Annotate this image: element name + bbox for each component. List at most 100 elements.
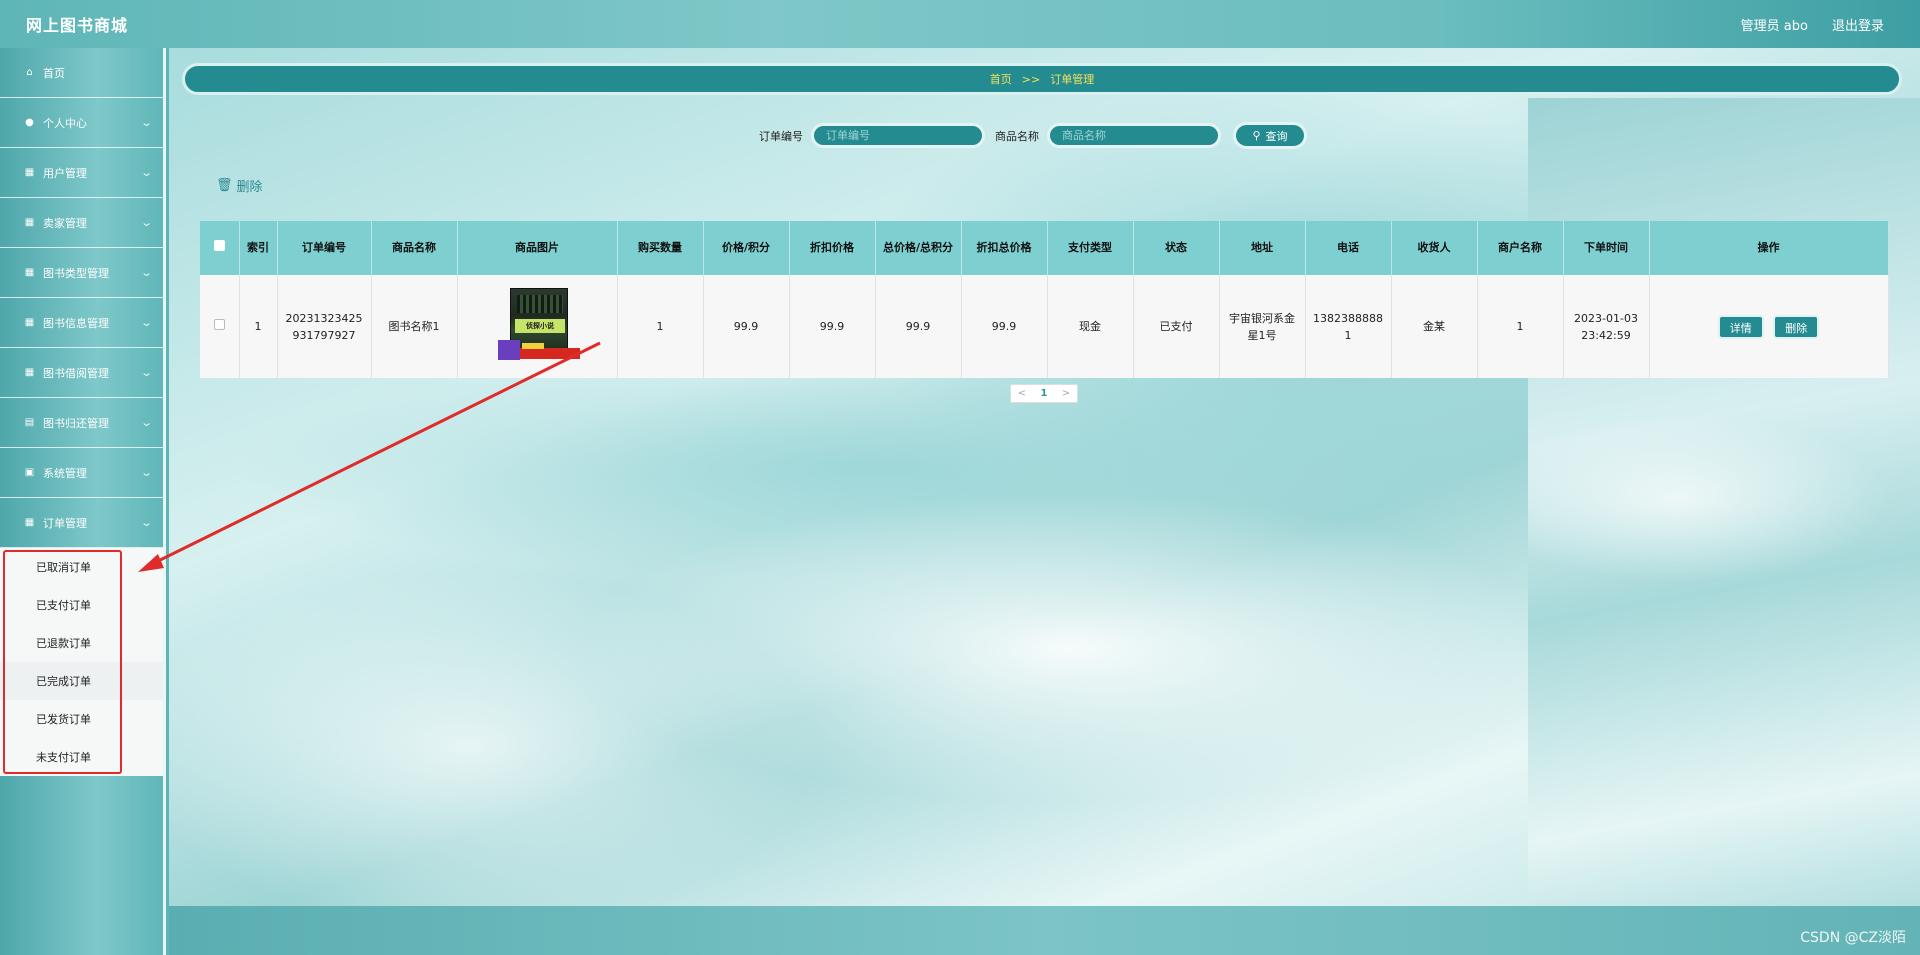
submenu-item-completed-orders[interactable]: 已完成订单 xyxy=(0,662,163,700)
sidebar-item-system-management[interactable]: ▣ 系统管理 ⌄ xyxy=(0,448,163,498)
sidebar-item-seller-management[interactable]: ▦ 卖家管理 ⌄ xyxy=(0,198,163,248)
column-header: 下单时间 xyxy=(1563,221,1650,275)
column-header: 商户名称 xyxy=(1477,221,1564,275)
admin-label[interactable]: 管理员 abo xyxy=(1741,15,1808,34)
cell-status: 已支付 xyxy=(1133,275,1220,378)
submenu-item-paid-orders[interactable]: 已支付订单 xyxy=(0,586,163,624)
sidebar-item-order-management[interactable]: ▦ 订单管理 ⌄ xyxy=(0,498,163,548)
clipboard-icon: ▤ xyxy=(24,417,35,428)
column-header: 折扣价格 xyxy=(789,221,876,275)
column-header: 电话 xyxy=(1305,221,1392,275)
cell-discount-total: 99.9 xyxy=(961,275,1048,378)
column-header: 支付类型 xyxy=(1047,221,1134,275)
sidebar-item-label: 用户管理 xyxy=(43,166,87,180)
column-header: 总价格/总积分 xyxy=(875,221,962,275)
column-header: 价格/积分 xyxy=(703,221,790,275)
sidebar-item-personal-center[interactable]: ● 个人中心 ⌄ xyxy=(0,98,163,148)
header-select-all[interactable] xyxy=(200,221,240,275)
cell-pay-type: 现金 xyxy=(1047,275,1134,378)
grid-icon: ▦ xyxy=(24,317,35,328)
sidebar-item-label: 首页 xyxy=(43,66,65,80)
breadcrumb: 首页 >> 订单管理 xyxy=(182,63,1902,95)
cell-price: 99.9 xyxy=(703,275,790,378)
grid-icon: ▦ xyxy=(24,367,35,378)
submenu-item-refunded-orders[interactable]: 已退款订单 xyxy=(0,624,163,662)
order-no-label: 订单编号 xyxy=(759,129,803,143)
sidebar-item-book-return-management[interactable]: ▤ 图书归还管理 ⌄ xyxy=(0,398,163,448)
column-header: 收货人 xyxy=(1391,221,1478,275)
user-icon: ● xyxy=(25,117,34,128)
table-header-row: 索引 订单编号 商品名称 商品图片 购买数量 价格/积分 折扣价格 总价格/总积… xyxy=(200,221,1889,275)
row-delete-button[interactable]: 删除 xyxy=(1773,314,1820,339)
submenu-item-unpaid-orders[interactable]: 未支付订单 xyxy=(0,738,163,776)
sidebar-item-book-type-management[interactable]: ▦ 图书类型管理 ⌄ xyxy=(0,248,163,298)
column-header: 索引 xyxy=(239,221,278,275)
prev-page-button[interactable]: < xyxy=(1011,385,1033,402)
cell-merchant: 1 xyxy=(1477,275,1564,378)
bottom-band xyxy=(169,906,1920,955)
book-cover-image: 侦探小说 xyxy=(498,287,580,366)
sidebar-item-label: 图书信息管理 xyxy=(43,316,109,330)
cell-address: 宇宙银河系金星1号 xyxy=(1219,275,1306,378)
grid-icon: ▦ xyxy=(24,167,35,178)
main-content: 首页 >> 订单管理 订单编号 商品名称 ⚲ 查询 🗑 删除 xyxy=(169,48,1920,906)
chevron-down-icon: ⌄ xyxy=(139,466,153,479)
trash-icon: 🗑 xyxy=(216,178,233,193)
product-name-input[interactable] xyxy=(1047,123,1221,148)
column-header: 订单编号 xyxy=(277,221,372,275)
submenu-item-cancelled-orders[interactable]: 已取消订单 xyxy=(0,548,163,586)
sidebar-item-label: 卖家管理 xyxy=(43,216,87,230)
book-cover-title: 侦探小说 xyxy=(515,318,565,333)
column-header: 商品名称 xyxy=(371,221,458,275)
clipboard-check-icon: ▣ xyxy=(24,467,35,478)
detail-button[interactable]: 详情 xyxy=(1717,314,1764,339)
home-icon: ⌂ xyxy=(26,67,33,78)
cell-product-image: 侦探小说 xyxy=(457,275,618,378)
chevron-down-icon: ⌄ xyxy=(139,116,153,129)
app-title: 网上图书商城 xyxy=(26,16,129,35)
batch-delete-label: 删除 xyxy=(236,180,263,195)
order-no-input[interactable] xyxy=(811,123,985,148)
sidebar-item-book-borrow-management[interactable]: ▦ 图书借阅管理 ⌄ xyxy=(0,348,163,398)
cell-total-price: 99.9 xyxy=(875,275,962,378)
sidebar-item-home[interactable]: ⌂ 首页 xyxy=(0,48,163,98)
column-header: 折扣总价格 xyxy=(961,221,1048,275)
sidebar-item-label: 图书归还管理 xyxy=(43,416,109,430)
logout-link[interactable]: 退出登录 xyxy=(1832,15,1884,34)
chevron-down-icon: ⌄ xyxy=(139,516,153,529)
row-select-cell[interactable] xyxy=(200,275,240,378)
chevron-down-icon: ⌄ xyxy=(139,316,153,329)
next-page-button[interactable]: > xyxy=(1055,385,1077,402)
sidebar-item-label: 个人中心 xyxy=(43,116,87,130)
sidebar-item-user-management[interactable]: ▦ 用户管理 ⌄ xyxy=(0,148,163,198)
search-bar: 订单编号 商品名称 ⚲ 查询 xyxy=(759,122,1307,149)
sidebar: ⌂ 首页 ● 个人中心 ⌄ ▦ 用户管理 ⌄ ▦ 卖家管理 ⌄ ▦ 图书类型管理 ⌄ ▦ 图… xyxy=(0,48,166,955)
batch-delete-button[interactable]: 🗑 删除 xyxy=(216,176,263,195)
cell-index: 1 xyxy=(239,275,278,378)
watermark: CSDN @CZ淡陌 xyxy=(1800,930,1906,946)
row-checkbox[interactable] xyxy=(213,319,225,330)
sidebar-item-book-info-management[interactable]: ▦ 图书信息管理 ⌄ xyxy=(0,298,163,348)
cell-quantity: 1 xyxy=(617,275,704,378)
column-header: 状态 xyxy=(1133,221,1220,275)
select-all-checkbox[interactable] xyxy=(213,240,225,251)
page-number[interactable]: 1 xyxy=(1033,385,1055,402)
cell-actions: 详情 删除 xyxy=(1649,275,1889,378)
order-submenu: 已取消订单 已支付订单 已退款订单 已完成订单 已发货订单 未支付订单 xyxy=(0,548,163,776)
cell-order-time: 2023-01-03 23:42:59 xyxy=(1563,275,1650,378)
column-header: 操作 xyxy=(1649,221,1889,275)
chevron-down-icon: ⌄ xyxy=(139,166,153,179)
chevron-down-icon: ⌄ xyxy=(139,366,153,379)
breadcrumb-current: 订单管理 xyxy=(1050,73,1095,86)
top-bar: 网上图书商城 管理员 abo 退出登录 xyxy=(0,0,1920,48)
sidebar-item-label: 图书借阅管理 xyxy=(43,366,109,380)
orders-table: 索引 订单编号 商品名称 商品图片 购买数量 价格/积分 折扣价格 总价格/总积… xyxy=(200,221,1889,378)
query-button[interactable]: ⚲ 查询 xyxy=(1233,122,1307,149)
breadcrumb-home-link[interactable]: 首页 xyxy=(990,71,1012,87)
pagination: < 1 > xyxy=(1010,384,1078,403)
grid-icon: ▦ xyxy=(24,517,35,528)
sidebar-item-label: 系统管理 xyxy=(43,466,87,480)
submenu-item-shipped-orders[interactable]: 已发货订单 xyxy=(0,700,163,738)
sidebar-item-label: 订单管理 xyxy=(43,516,87,530)
sidebar-item-label: 图书类型管理 xyxy=(43,266,109,280)
